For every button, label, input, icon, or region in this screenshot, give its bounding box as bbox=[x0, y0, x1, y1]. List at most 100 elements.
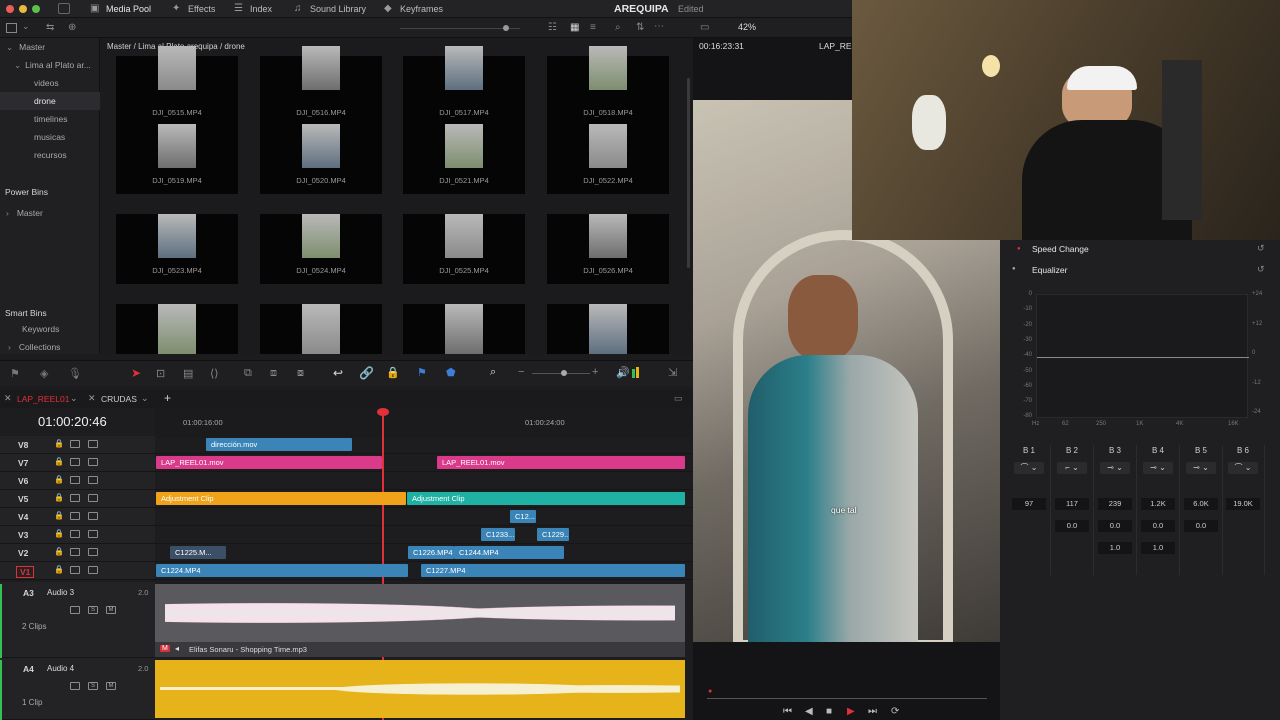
zoom-out-icon[interactable]: − bbox=[518, 366, 524, 378]
timeline-clip[interactable]: C1225.M... bbox=[170, 546, 226, 559]
eq-band-label[interactable]: B 4 bbox=[1141, 446, 1175, 455]
tab-dropdown-icon[interactable]: ⌄ bbox=[141, 393, 149, 404]
auto-select-icon[interactable] bbox=[70, 476, 80, 484]
track-label-a4[interactable]: A4 bbox=[23, 664, 34, 674]
more-options-icon[interactable]: ⋯ bbox=[654, 21, 664, 32]
tab-keyframes[interactable]: ◆ Keyframes bbox=[382, 0, 446, 18]
smart-bin-keywords[interactable]: Keywords bbox=[0, 320, 100, 338]
close-tab-icon[interactable]: ✕ bbox=[4, 393, 12, 404]
track-visibility-icon[interactable] bbox=[88, 566, 98, 574]
track-label-v8[interactable]: V8 bbox=[18, 440, 28, 450]
eq-q-value[interactable]: 1.0 bbox=[1141, 542, 1175, 554]
slider-handle[interactable] bbox=[503, 25, 509, 31]
lock-icon[interactable]: 🔒 bbox=[386, 366, 400, 379]
microphone-icon[interactable]: 🎙 bbox=[68, 367, 82, 380]
track-label-a3[interactable]: A3 bbox=[23, 588, 34, 598]
media-clip-thumbnail[interactable]: DJI_0524.MP4 bbox=[260, 214, 382, 284]
bin-timelines[interactable]: timelines bbox=[0, 110, 100, 128]
eq-graph[interactable] bbox=[1036, 294, 1249, 418]
timeline-clip[interactable]: Adjustment Clip bbox=[156, 492, 406, 505]
sync-icon[interactable]: ⇆ bbox=[46, 22, 54, 33]
eq-band-shape-dropdown[interactable]: ⊸ ⌄ bbox=[1186, 462, 1216, 474]
eq-gain-value[interactable]: 0.0 bbox=[1141, 520, 1175, 532]
media-clip-thumbnail[interactable] bbox=[260, 304, 382, 354]
playhead-handle[interactable] bbox=[377, 408, 389, 416]
track-visibility-icon[interactable] bbox=[88, 530, 98, 538]
track-label-v1[interactable]: V1 bbox=[16, 566, 35, 578]
speaker-icon[interactable]: 🔊 bbox=[616, 366, 630, 379]
eq-band-shape-dropdown[interactable]: ⊸ ⌄ bbox=[1143, 462, 1173, 474]
mute-icon[interactable]: M bbox=[106, 682, 116, 690]
flag-icon[interactable]: ⚑ bbox=[10, 367, 20, 380]
tab-media-pool[interactable]: ▣ Media Pool bbox=[88, 0, 158, 18]
eq-band-shape-dropdown[interactable]: ⌒ ⌄ bbox=[1014, 462, 1044, 474]
mute-icon[interactable]: M bbox=[106, 606, 116, 614]
solo-icon[interactable]: S bbox=[88, 606, 98, 614]
track-label-v5[interactable]: V5 bbox=[18, 494, 28, 504]
minimize-window-button[interactable] bbox=[19, 5, 27, 13]
timeline-clip[interactable]: LAP_REEL01.mov bbox=[156, 456, 382, 469]
solo-icon[interactable]: S bbox=[88, 682, 98, 690]
speed-change-title[interactable]: Speed Change bbox=[1032, 244, 1089, 254]
eq-freq-value[interactable]: 1.2K bbox=[1141, 498, 1175, 510]
timeline-clip[interactable]: dirección.mov bbox=[206, 438, 352, 451]
grid-view-icon[interactable]: ▦ bbox=[570, 22, 579, 33]
media-clip-thumbnail[interactable]: DJI_0526.MP4 bbox=[547, 214, 669, 284]
loop-icon[interactable]: ⟳ bbox=[891, 706, 899, 717]
eq-band-label[interactable]: B 5 bbox=[1184, 446, 1218, 455]
media-pool-scrollbar[interactable] bbox=[687, 78, 690, 268]
viewer-layout-icon[interactable]: ▭ bbox=[700, 22, 709, 33]
timeline-clip[interactable]: C1227.MP4 bbox=[421, 564, 685, 577]
track-visibility-icon[interactable] bbox=[88, 494, 98, 502]
lock-icon[interactable]: 🔒 bbox=[54, 565, 64, 574]
insert-clip-icon[interactable]: ⧉ bbox=[244, 367, 252, 380]
auto-select-icon[interactable] bbox=[70, 512, 80, 520]
reset-icon[interactable]: ↺ bbox=[1257, 243, 1265, 254]
media-clip-thumbnail[interactable]: DJI_0518.MP4 bbox=[547, 46, 669, 126]
chevron-down-icon[interactable]: ⌄ bbox=[22, 21, 30, 32]
link-icon[interactable]: 🔗 bbox=[359, 366, 374, 380]
search-icon[interactable]: ⌕ bbox=[615, 22, 621, 33]
tab-sound-library[interactable]: ♫ Sound Library bbox=[292, 0, 372, 18]
auto-select-icon[interactable] bbox=[70, 440, 80, 448]
zoom-slider-handle[interactable] bbox=[561, 370, 567, 376]
timeline-clip[interactable]: C12... bbox=[510, 510, 536, 523]
eq-band-label[interactable]: B 6 bbox=[1226, 446, 1260, 455]
tab-crudas[interactable]: CRUDAS bbox=[101, 394, 137, 404]
auto-select-icon[interactable] bbox=[70, 606, 80, 614]
tab-index[interactable]: ☰ Index bbox=[232, 0, 278, 18]
media-clip-thumbnail[interactable] bbox=[116, 304, 238, 354]
blade-tool-icon[interactable]: ▤ bbox=[183, 367, 193, 380]
timeline-timecode[interactable]: 01:00:20:46 bbox=[38, 414, 107, 429]
tab-dropdown-icon[interactable]: ⌄ bbox=[70, 393, 78, 404]
media-clip-thumbnail[interactable]: DJI_0519.MP4 bbox=[116, 124, 238, 194]
eq-gain-value[interactable]: 0.0 bbox=[1098, 520, 1132, 532]
media-clip-thumbnail[interactable]: DJI_0525.MP4 bbox=[403, 214, 525, 284]
eq-band-shape-dropdown[interactable]: ⌐ ⌄ bbox=[1057, 462, 1087, 474]
eq-gain-value[interactable]: 0.0 bbox=[1055, 520, 1089, 532]
auto-select-icon[interactable] bbox=[70, 530, 80, 538]
lock-icon[interactable]: 🔒 bbox=[54, 547, 64, 556]
track-visibility-icon[interactable] bbox=[88, 512, 98, 520]
media-clip-thumbnail[interactable]: DJI_0520.MP4 bbox=[260, 124, 382, 194]
marker-icon[interactable]: ◈ bbox=[40, 367, 48, 380]
media-clip-thumbnail[interactable] bbox=[403, 304, 525, 354]
media-clip-thumbnail[interactable]: DJI_0522.MP4 bbox=[547, 124, 669, 194]
bin-recursos[interactable]: recursos bbox=[0, 146, 100, 164]
playhead-marker-icon[interactable]: ● bbox=[708, 688, 712, 695]
timeline-clip[interactable]: C1244.MP4 bbox=[454, 546, 564, 559]
eq-band-label[interactable]: B 3 bbox=[1098, 446, 1132, 455]
window-layout-icon[interactable] bbox=[58, 3, 70, 14]
bin-project[interactable]: ⌄ Lima al Plato ar... bbox=[0, 56, 100, 74]
auto-select-icon[interactable] bbox=[70, 682, 80, 690]
track-label-v4[interactable]: V4 bbox=[18, 512, 28, 522]
media-clip-thumbnail[interactable]: DJI_0516.MP4 bbox=[260, 46, 382, 126]
bin-videos[interactable]: videos bbox=[0, 74, 100, 92]
track-visibility-icon[interactable] bbox=[88, 476, 98, 484]
auto-select-icon[interactable] bbox=[70, 548, 80, 556]
timeline-clip[interactable]: LAP_REEL01.mov bbox=[437, 456, 685, 469]
snapping-icon[interactable]: ↩ bbox=[333, 366, 343, 380]
viewer-scrubber[interactable] bbox=[707, 698, 987, 699]
lock-icon[interactable]: 🔒 bbox=[54, 529, 64, 538]
zoom-tool-icon[interactable]: ⌕ bbox=[490, 366, 496, 379]
